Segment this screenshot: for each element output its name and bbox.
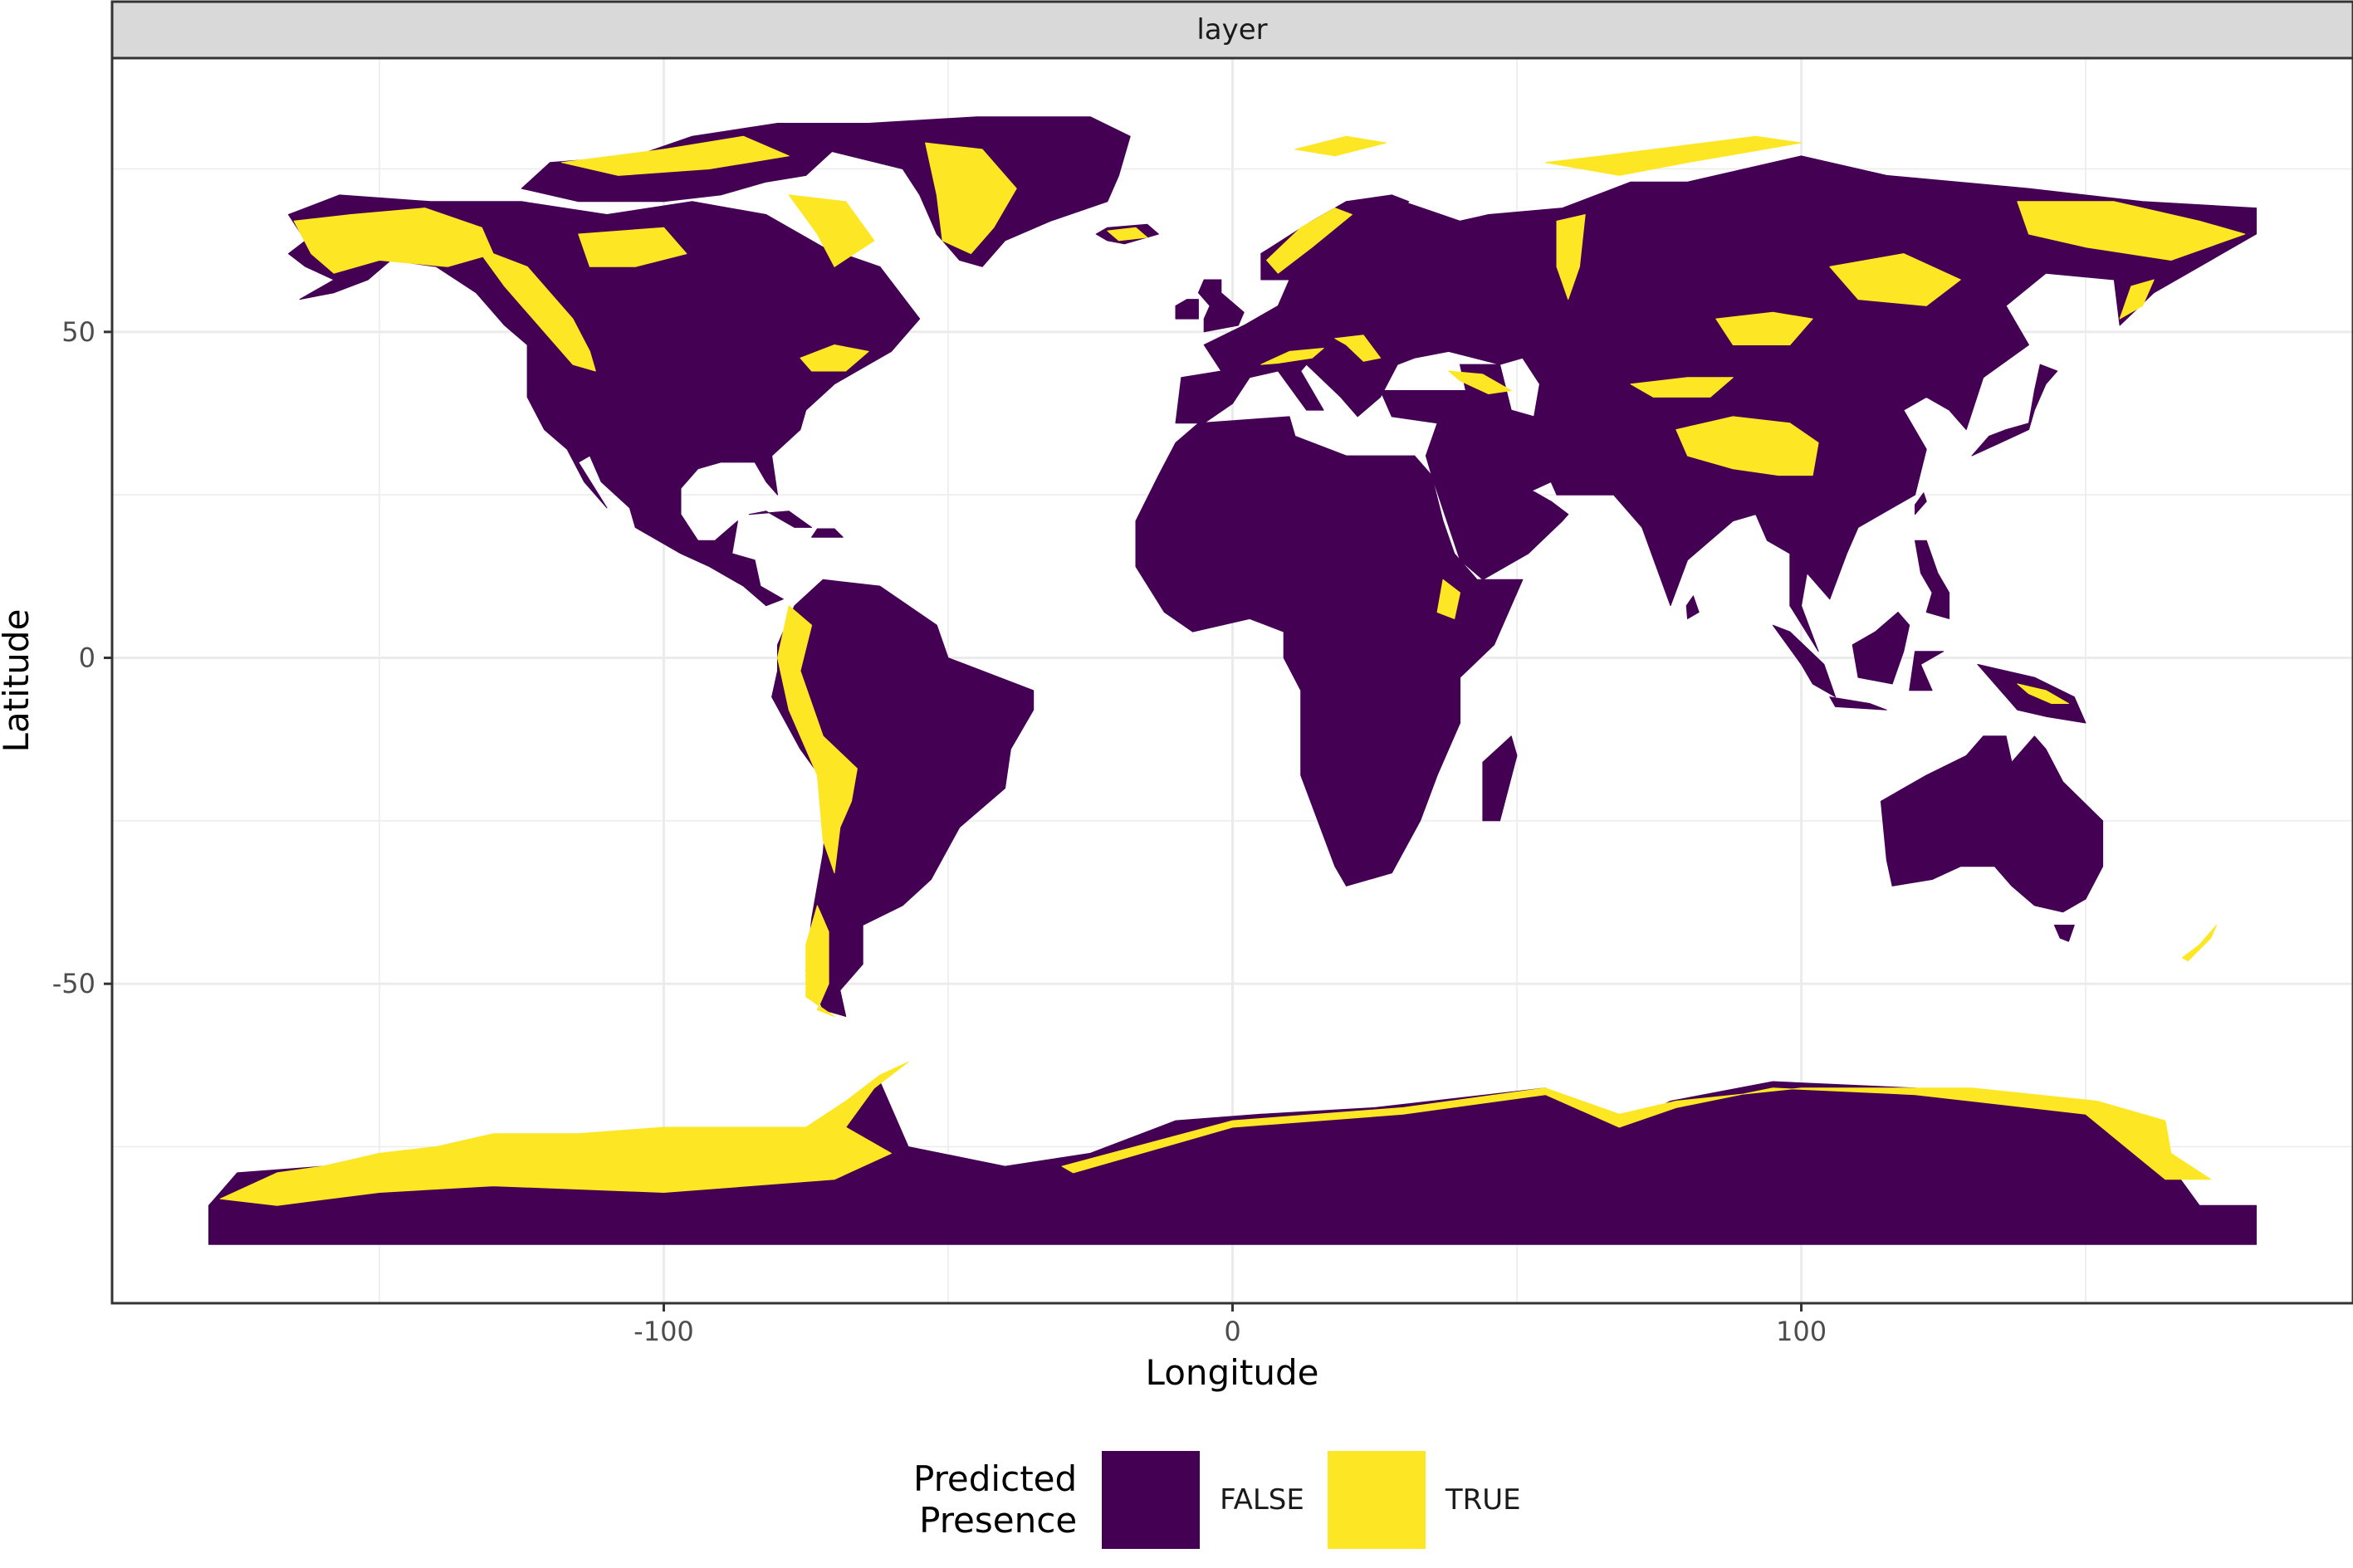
y-tick-label: -50 bbox=[52, 968, 95, 999]
legend-label-false: FALSE bbox=[1220, 1483, 1304, 1517]
plot-area: layer 50 0 -50 -100 0 100 Longitude Latitude bbox=[0, 0, 2353, 1393]
y-axis-title: Latitude bbox=[0, 609, 37, 753]
legend-key-false bbox=[1102, 1451, 1201, 1549]
legend-label-true: TRUE bbox=[1445, 1483, 1521, 1517]
legend-title-line1: Predicted bbox=[913, 1458, 1078, 1499]
y-tick-label: 0 bbox=[79, 642, 95, 674]
map-figure: layer 50 0 -50 -100 0 100 Longitude Latitude… bbox=[0, 0, 2353, 1568]
y-tick-label: 50 bbox=[61, 316, 95, 348]
x-axis-title: Longitude bbox=[1146, 1352, 1319, 1393]
facet-strip-label: layer bbox=[1196, 13, 1267, 46]
legend-title-line2: Presence bbox=[919, 1500, 1078, 1541]
x-tick-label: 100 bbox=[1776, 1316, 1827, 1347]
legend: Predicted Presence FALSE TRUE bbox=[913, 1451, 1544, 1549]
legend-key-true bbox=[1327, 1451, 1426, 1549]
y-axis: 50 0 -50 bbox=[52, 316, 112, 999]
x-axis: -100 0 100 bbox=[634, 1303, 1827, 1347]
x-tick-label: -100 bbox=[634, 1316, 694, 1347]
x-tick-label: 0 bbox=[1224, 1316, 1240, 1347]
legend-title: Predicted Presence bbox=[913, 1458, 1077, 1541]
